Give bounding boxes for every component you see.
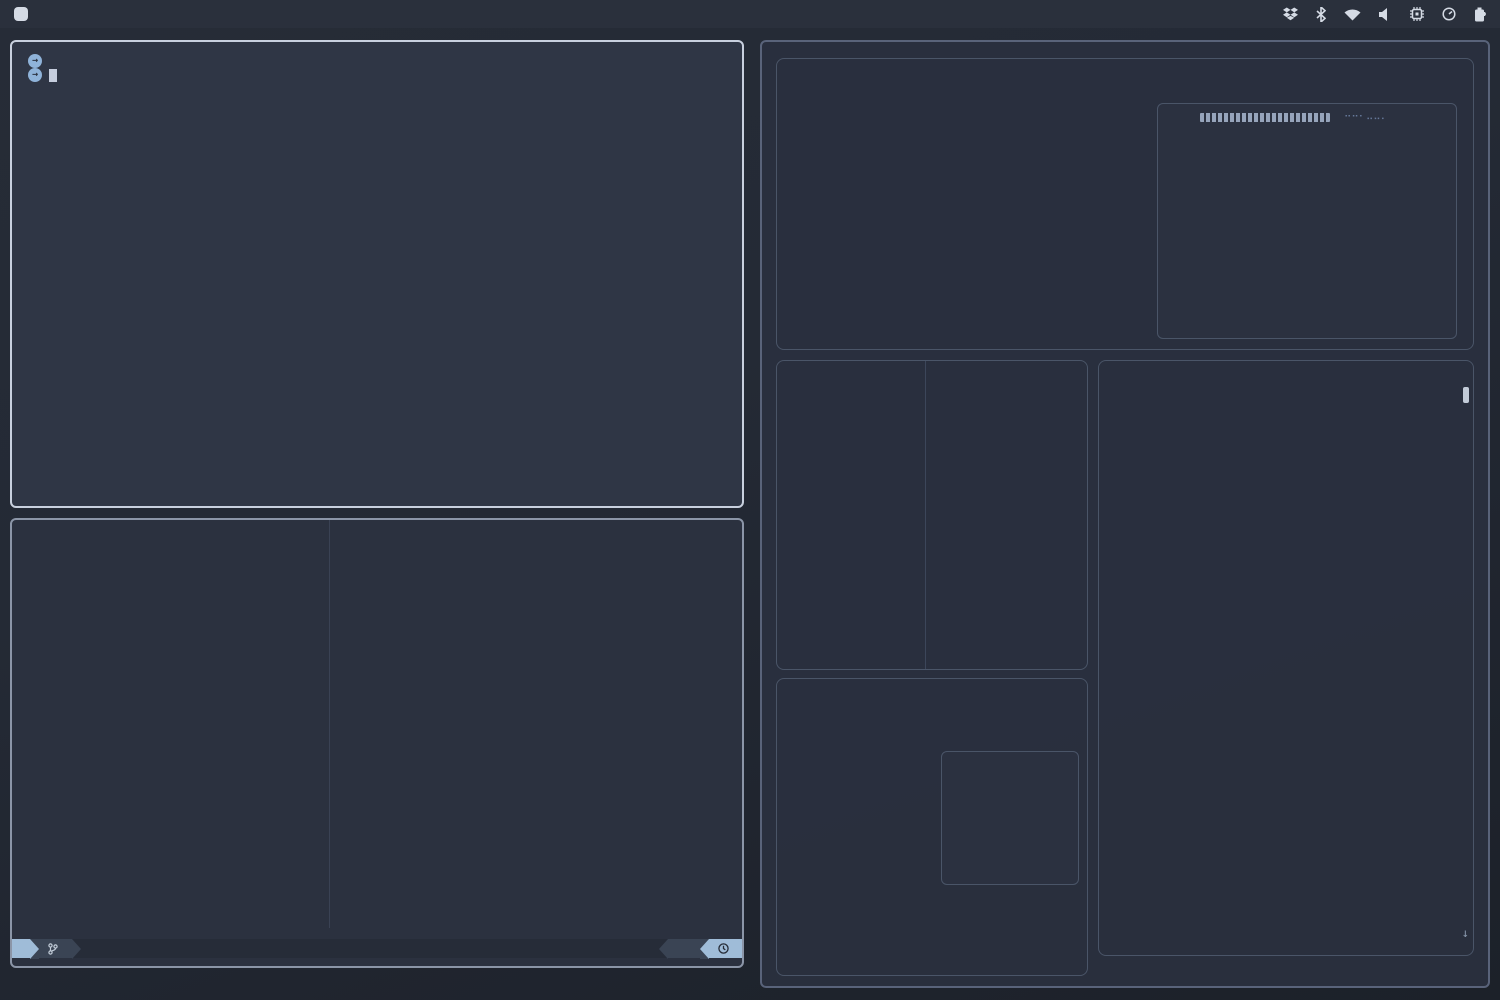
vim-mode-badge (12, 939, 30, 958)
bluetooth-icon[interactable] (1316, 7, 1326, 22)
prompt-arrow-icon: → (28, 68, 42, 82)
top-bar (0, 0, 1500, 28)
terminal-window: → → (10, 40, 744, 508)
statusline-filename (81, 941, 99, 956)
terminal-cursor[interactable] (49, 69, 57, 82)
network-box (776, 678, 1088, 976)
clock-icon (718, 943, 729, 954)
wifi-icon[interactable] (1344, 8, 1361, 21)
disk-list (925, 361, 1087, 669)
gauge-icon[interactable] (1442, 7, 1456, 21)
statusline (12, 939, 742, 958)
prompt-arrow-icon: → (28, 54, 42, 68)
chip-icon[interactable] (1410, 7, 1424, 21)
cpu-core-panel: ⠒⠒⠂⠤⠤⠄ (1157, 103, 1457, 339)
workspace-indicator[interactable] (14, 7, 28, 21)
powerline-separator (30, 939, 39, 959)
memory-stats (777, 361, 925, 669)
dropbox-icon[interactable] (1283, 7, 1298, 21)
load-average (1166, 126, 1448, 141)
memory-box (776, 360, 1088, 670)
volume-icon[interactable] (1379, 8, 1392, 21)
system-tray (1283, 7, 1486, 22)
git-branch-icon (48, 943, 58, 955)
proc-header-row (1099, 361, 1473, 384)
cpu-box: ⠒⠒⠂⠤⠤⠄ (776, 58, 1474, 350)
git-branch-segment (39, 939, 72, 958)
process-box: ↓ (1098, 360, 1474, 956)
battery-charging-icon[interactable] (1474, 7, 1486, 22)
net-stats-panel (941, 751, 1079, 885)
proc-scrollbar-thumb[interactable] (1463, 387, 1469, 403)
code-editor[interactable] (330, 520, 742, 928)
system-monitor-window: ⠒⠒⠂⠤⠤⠄ (760, 40, 1490, 988)
powerline-separator (72, 939, 81, 959)
cursor-position-segment (668, 939, 700, 958)
cpu-total-meter (1200, 113, 1330, 122)
powerline-separator (700, 939, 709, 959)
statusline-clock (709, 939, 742, 958)
powerline-separator (659, 939, 668, 959)
editor-window (10, 518, 744, 968)
file-tree[interactable] (12, 520, 330, 928)
scroll-down-arrow[interactable]: ↓ (1462, 926, 1469, 941)
